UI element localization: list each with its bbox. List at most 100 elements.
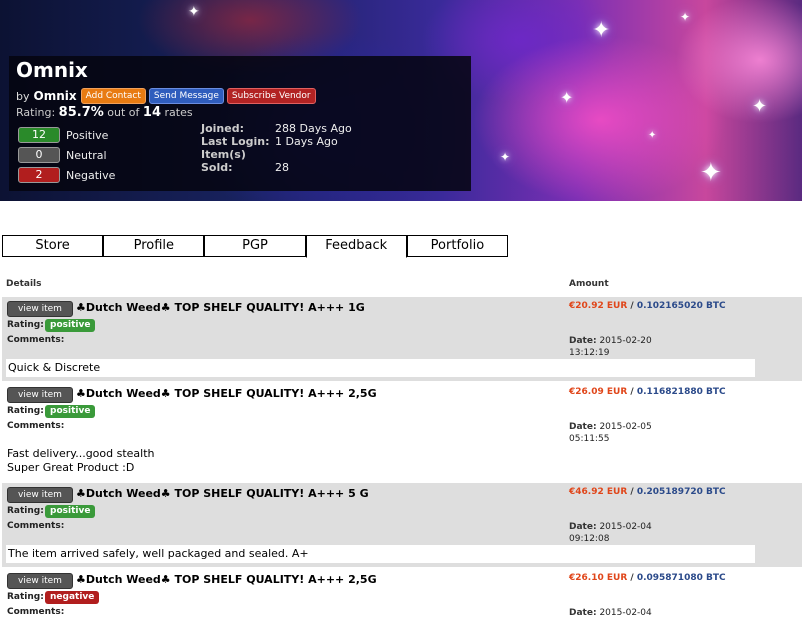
positive-count-row: 12 Positive bbox=[18, 125, 115, 145]
column-header-amount: Amount bbox=[569, 279, 609, 289]
date-label: Date: bbox=[569, 422, 597, 432]
amount: €26.10 EUR / 0.095871080 BTC bbox=[569, 573, 726, 583]
feedback-counts: 12 Positive 0 Neutral 2 Negative bbox=[18, 125, 115, 185]
item-title[interactable]: ♣Dutch Weed♣ TOP SHELF QUALITY! A+++ 1G bbox=[76, 301, 365, 314]
vendor-by-name[interactable]: Omnix bbox=[34, 89, 77, 103]
send-message-button[interactable]: Send Message bbox=[148, 88, 224, 104]
feedback-date: Date: 2015-02-04 09:12:08 bbox=[569, 521, 652, 545]
feedback-row: view item ♣Dutch Weed♣ TOP SHELF QUALITY… bbox=[2, 297, 802, 381]
item-title[interactable]: ♣Dutch Weed♣ TOP SHELF QUALITY! A+++ 2,5… bbox=[76, 387, 377, 400]
rating-badge: positive bbox=[45, 319, 96, 332]
comment-text: Fast delivery...good stealth bbox=[7, 447, 155, 460]
comments-label: Comments: bbox=[7, 421, 65, 431]
tab-portfolio[interactable]: Portfolio bbox=[406, 235, 509, 256]
stat-value: 1 Days Ago bbox=[275, 135, 338, 148]
stat-label: Sold: bbox=[201, 161, 233, 174]
tab-profile[interactable]: Profile bbox=[103, 235, 205, 256]
amount: €26.09 EUR / 0.116821880 BTC bbox=[569, 387, 726, 397]
stat-joined: Joined: 288 Days Ago bbox=[201, 122, 352, 135]
rating-mid: out of bbox=[107, 106, 140, 119]
add-contact-button[interactable]: Add Contact bbox=[80, 88, 146, 104]
vendor-banner: ✦ ✦ ✦ ✦ ✦ ✦ ✦ ✦ Omnix by Omnix Add Conta… bbox=[0, 0, 802, 201]
amount-separator: / bbox=[627, 573, 637, 583]
sparkle-icon: ✦ bbox=[752, 96, 768, 117]
stat-last-login: Last Login: 1 Days Ago bbox=[201, 135, 352, 148]
item-title[interactable]: ♣Dutch Weed♣ TOP SHELF QUALITY! A+++ 5 G bbox=[76, 487, 369, 500]
tab-feedback[interactable]: Feedback bbox=[305, 235, 407, 258]
date-value: 2015-02-05 bbox=[599, 422, 652, 432]
feedback-row: view item ♣Dutch Weed♣ TOP SHELF QUALITY… bbox=[2, 383, 802, 482]
date-value: 2015-02-04 bbox=[599, 608, 652, 618]
vendor-stats: Joined: 288 Days Ago Last Login: 1 Days … bbox=[201, 122, 352, 174]
amount-btc: 0.095871080 BTC bbox=[636, 573, 726, 583]
subscribe-vendor-button[interactable]: Subscribe Vendor bbox=[226, 88, 316, 104]
time-value: 05:11:55 bbox=[569, 434, 610, 444]
comment-text: Super Great Product :D bbox=[7, 461, 135, 474]
rating-badge: positive bbox=[45, 405, 96, 418]
comments-label: Comments: bbox=[7, 607, 65, 617]
amount-btc: 0.116821880 BTC bbox=[636, 387, 726, 397]
positive-count-badge: 12 bbox=[18, 127, 60, 143]
rating-label: Rating: bbox=[7, 506, 44, 516]
rating-count: 14 bbox=[142, 105, 161, 120]
rating-label: Rating: bbox=[7, 320, 44, 330]
amount: €46.92 EUR / 0.205189720 BTC bbox=[569, 487, 726, 497]
column-header-details: Details bbox=[6, 279, 42, 289]
date-value: 2015-02-20 bbox=[599, 336, 652, 346]
positive-label: Positive bbox=[66, 128, 109, 142]
sparkle-icon: ✦ bbox=[592, 18, 611, 43]
neutral-count-badge: 0 bbox=[18, 147, 60, 163]
rating-badge: negative bbox=[45, 591, 100, 604]
amount-eur: €20.92 EUR bbox=[569, 301, 628, 311]
stat-value: 288 Days Ago bbox=[275, 122, 352, 135]
negative-count-badge: 2 bbox=[18, 167, 60, 183]
stat-label: Last Login: bbox=[201, 135, 270, 148]
comment-text: Quick & Discrete bbox=[6, 359, 755, 377]
feedback-date: Date: 2015-02-05 05:11:55 bbox=[569, 421, 652, 445]
stat-value: 28 bbox=[275, 161, 289, 174]
time-value: 09:12:08 bbox=[569, 534, 610, 544]
sparkle-icon: ✦ bbox=[648, 130, 657, 141]
view-item-button[interactable]: view item bbox=[7, 573, 73, 589]
stat-label: Joined: bbox=[201, 122, 244, 135]
date-label: Date: bbox=[569, 336, 597, 346]
negative-count-row: 2 Negative bbox=[18, 165, 115, 185]
amount-separator: / bbox=[627, 387, 637, 397]
amount-btc: 0.205189720 BTC bbox=[636, 487, 726, 497]
feedback-row: view item ♣Dutch Weed♣ TOP SHELF QUALITY… bbox=[2, 483, 802, 567]
view-item-button[interactable]: view item bbox=[7, 387, 73, 403]
amount-btc: 0.102165020 BTC bbox=[636, 301, 726, 311]
item-title[interactable]: ♣Dutch Weed♣ TOP SHELF QUALITY! A+++ 2,5… bbox=[76, 573, 377, 586]
stat-items: Item(s) bbox=[201, 148, 352, 161]
comment-text: The item arrived safely, well packaged a… bbox=[6, 545, 755, 563]
date-label: Date: bbox=[569, 608, 597, 618]
neutral-label: Neutral bbox=[66, 148, 107, 162]
rating-prefix: Rating: bbox=[16, 106, 56, 119]
view-item-button[interactable]: view item bbox=[7, 301, 73, 317]
vendor-name: Omnix bbox=[16, 58, 88, 82]
amount-eur: €26.10 EUR bbox=[569, 573, 628, 583]
tab-pgp[interactable]: PGP bbox=[204, 235, 306, 256]
vendor-rating: Rating: 85.7% out of 14 rates bbox=[16, 105, 193, 120]
vendor-tabs: Store Profile PGP Feedback Portfolio bbox=[2, 235, 509, 258]
stat-label: Item(s) bbox=[201, 148, 246, 161]
date-value: 2015-02-04 bbox=[599, 522, 652, 532]
amount-separator: / bbox=[627, 301, 637, 311]
time-value: 13:12:19 bbox=[569, 348, 610, 358]
tab-store[interactable]: Store bbox=[2, 235, 104, 256]
comments-label: Comments: bbox=[7, 335, 65, 345]
view-item-button[interactable]: view item bbox=[7, 487, 73, 503]
rating-badge: positive bbox=[45, 505, 96, 518]
rating-suffix: rates bbox=[164, 106, 193, 119]
amount-eur: €26.09 EUR bbox=[569, 387, 628, 397]
sparkle-icon: ✦ bbox=[500, 150, 511, 164]
vendor-byline: by Omnix Add Contact Send Message Subscr… bbox=[16, 88, 319, 104]
neutral-count-row: 0 Neutral bbox=[18, 145, 115, 165]
feedback-row: view item ♣Dutch Weed♣ TOP SHELF QUALITY… bbox=[2, 569, 802, 618]
comments-label: Comments: bbox=[7, 521, 65, 531]
sparkle-icon: ✦ bbox=[680, 10, 691, 24]
by-prefix: by bbox=[16, 89, 30, 103]
sparkle-icon: ✦ bbox=[188, 4, 200, 20]
feedback-date: Date: 2015-02-04 bbox=[569, 607, 652, 619]
date-label: Date: bbox=[569, 522, 597, 532]
